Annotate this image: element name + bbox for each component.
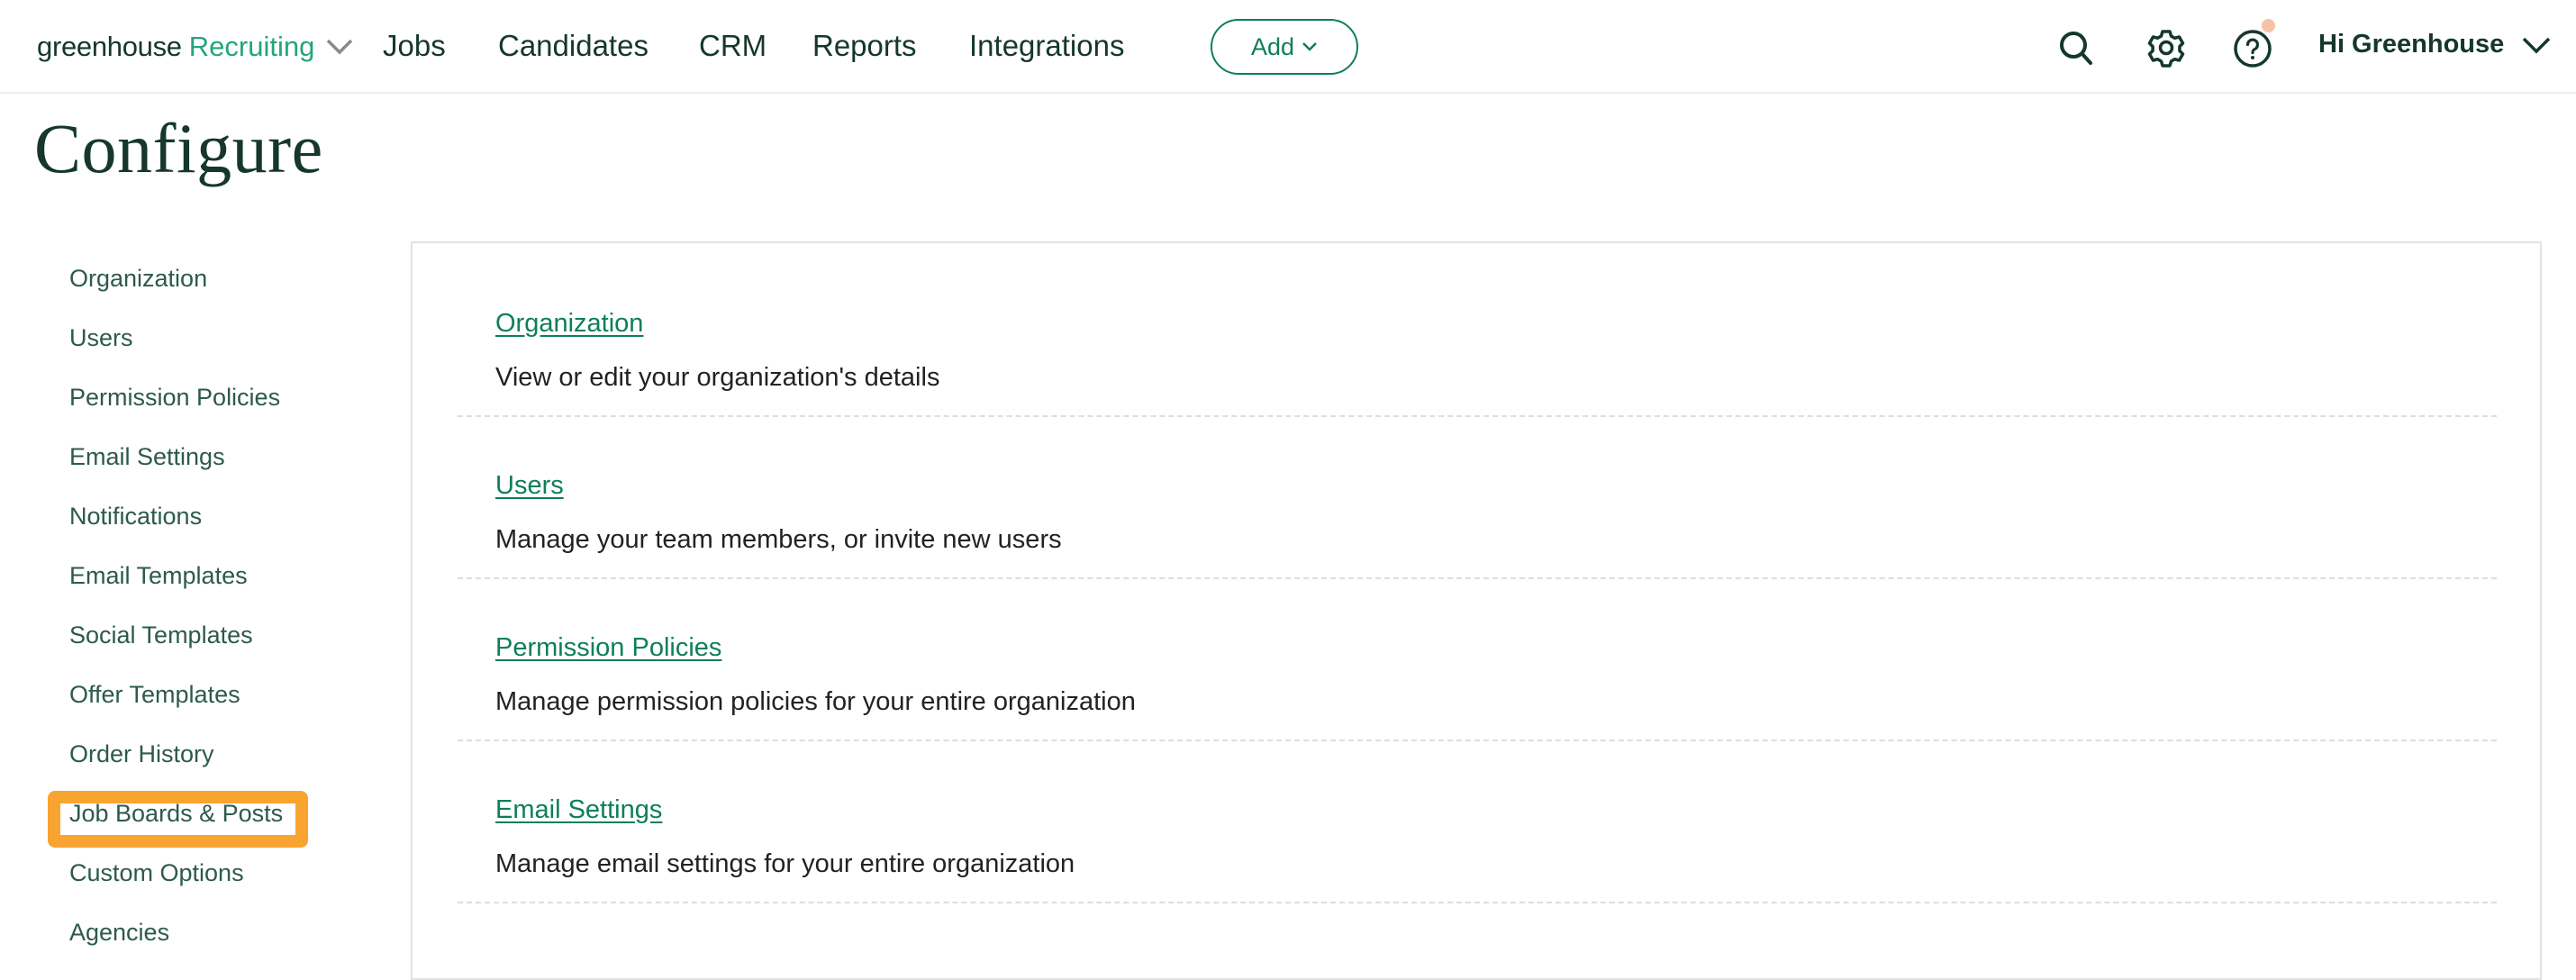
page-title: Configure	[34, 109, 323, 187]
sidebar-item-permission-policies[interactable]: Permission Policies	[69, 379, 280, 415]
section-description: Manage email settings for your entire or…	[495, 849, 1075, 878]
sidebar-item-order-history[interactable]: Order History	[69, 736, 214, 772]
section-organization: Organization View or edit your organizat…	[458, 243, 2497, 417]
section-email-settings: Email Settings Manage email settings for…	[458, 730, 2497, 903]
add-button[interactable]: Add	[1211, 19, 1358, 75]
nav-candidates[interactable]: Candidates	[498, 29, 649, 63]
section-permission-policies: Permission Policies Manage permission po…	[458, 567, 2497, 741]
top-navigation-bar: greenhouse Recruiting Jobs Candidates CR…	[0, 0, 2576, 94]
logo-product-name: Recruiting	[188, 31, 315, 62]
sidebar-item-users[interactable]: Users	[69, 320, 133, 356]
sidebar-item-email-settings[interactable]: Email Settings	[69, 439, 225, 475]
sidebar-item-organization[interactable]: Organization	[69, 260, 207, 296]
section-description: Manage permission policies for your enti…	[495, 687, 1136, 716]
logo-greenhouse: greenhouse	[37, 31, 182, 62]
notification-dot	[2262, 19, 2275, 32]
nav-reports[interactable]: Reports	[812, 29, 917, 63]
add-button-label: Add	[1250, 32, 1295, 60]
section-link-email-settings[interactable]: Email Settings	[495, 795, 662, 825]
section-description: Manage your team members, or invite new …	[495, 525, 1062, 554]
sidebar-item-agencies[interactable]: Agencies	[69, 914, 169, 950]
section-description: View or edit your organization's details	[495, 363, 940, 392]
nav-integrations[interactable]: Integrations	[969, 29, 1124, 63]
chevron-down-icon	[2523, 37, 2551, 53]
sidebar-item-custom-options[interactable]: Custom Options	[69, 855, 244, 891]
user-greeting: Hi Greenhouse	[2318, 30, 2505, 59]
configure-content-panel: Organization View or edit your organizat…	[411, 241, 2542, 980]
chevron-down-icon	[327, 39, 353, 55]
section-link-users[interactable]: Users	[495, 471, 564, 501]
gear-icon[interactable]	[2145, 27, 2187, 68]
help-icon[interactable]	[2232, 27, 2273, 68]
section-divider	[458, 902, 2497, 903]
sidebar-item-job-boards-posts[interactable]: Job Boards & Posts	[47, 791, 309, 848]
sidebar-item-email-templates[interactable]: Email Templates	[69, 558, 248, 594]
search-icon[interactable]	[2055, 27, 2097, 68]
section-link-organization[interactable]: Organization	[495, 309, 643, 339]
nav-jobs[interactable]: Jobs	[383, 29, 446, 63]
chevron-down-icon	[1302, 42, 1317, 51]
section-link-permission-policies[interactable]: Permission Policies	[495, 633, 721, 663]
sidebar-item-notifications[interactable]: Notifications	[69, 498, 202, 534]
sidebar-item-offer-templates[interactable]: Offer Templates	[69, 676, 240, 712]
user-menu[interactable]: Hi Greenhouse	[2318, 30, 2551, 59]
nav-crm[interactable]: CRM	[699, 29, 766, 63]
sidebar-item-social-templates[interactable]: Social Templates	[69, 617, 253, 653]
section-users: Users Manage your team members, or invit…	[458, 405, 2497, 579]
product-switcher[interactable]: greenhouse Recruiting	[37, 27, 354, 67]
